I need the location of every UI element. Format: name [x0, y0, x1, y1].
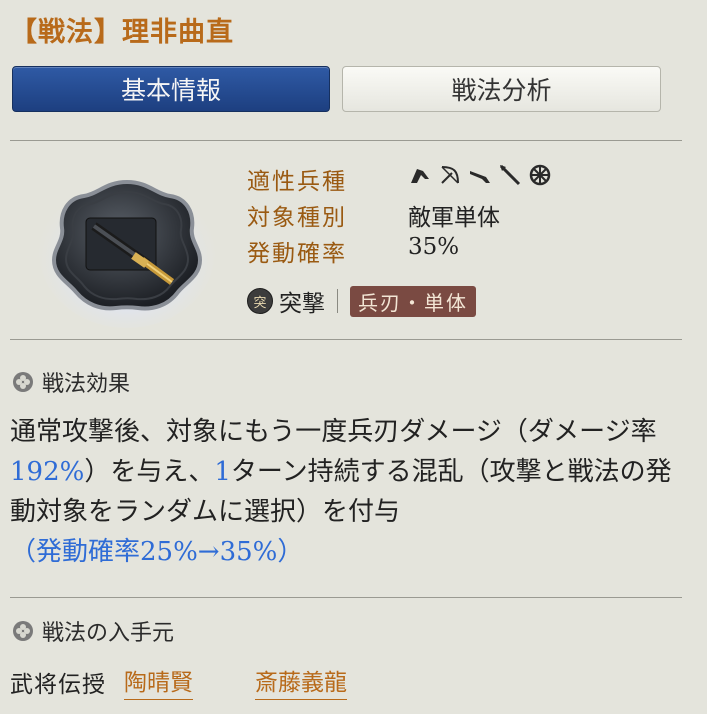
chance-label: 発動確率 [247, 241, 347, 267]
effect-section-title: 戦法効果 [12, 366, 130, 398]
upgrade-note: （発動確率25%→35%） [10, 537, 304, 567]
tactic-emblem [38, 160, 216, 330]
tab-tactic-analysis[interactable]: 戦法分析 [342, 66, 661, 112]
target-label: 対象種別 [247, 205, 347, 231]
turn-count: 1 [214, 457, 231, 487]
divider [10, 339, 682, 340]
effect-text-1: 通常攻撃後、対象にもう一度兵刃ダメージ（ダメージ率 [10, 417, 657, 447]
gun-icon [470, 171, 490, 183]
troop-icons [408, 163, 552, 187]
damage-rate: 192% [10, 457, 85, 487]
effect-title: 戦法効果 [42, 372, 131, 397]
target-value: 敵軍単体 [408, 205, 500, 231]
general-link[interactable]: 陶晴賢 [124, 663, 193, 700]
tactic-tags: 突 突撃 兵刃・単体 [247, 285, 476, 317]
source-label: 武将伝授 [10, 671, 106, 698]
crest-icon [13, 621, 33, 641]
tab-basic-info[interactable]: 基本情報 [12, 66, 330, 112]
spear-icon [499, 164, 521, 186]
bow-icon [441, 166, 459, 184]
charge-icon: 突 [247, 288, 273, 314]
source-section-title: 戦法の入手元 [12, 615, 174, 647]
cavalry-icon [411, 169, 429, 183]
divider [10, 597, 682, 598]
wheel-icon [529, 164, 551, 186]
tag-separator [337, 289, 338, 313]
tactic-type-label: 突撃 [279, 291, 325, 317]
source-row: 武将伝授 陶晴賢 斎藤義龍 [10, 663, 347, 700]
page-title: 【戦法】理非曲直 [10, 17, 234, 48]
general-link[interactable]: 斎藤義龍 [255, 663, 347, 700]
effect-text-2: ）を与え、 [84, 457, 215, 487]
crest-icon [13, 372, 33, 392]
chance-value: 35% [408, 234, 460, 260]
source-title: 戦法の入手元 [42, 621, 175, 646]
effect-description: 通常攻撃後、対象にもう一度兵刃ダメージ（ダメージ率192%）を与え、1ターン持続… [10, 412, 682, 572]
damage-type-badge: 兵刃・単体 [350, 285, 476, 317]
divider [10, 140, 682, 141]
aptitude-label: 適性兵種 [247, 169, 347, 195]
